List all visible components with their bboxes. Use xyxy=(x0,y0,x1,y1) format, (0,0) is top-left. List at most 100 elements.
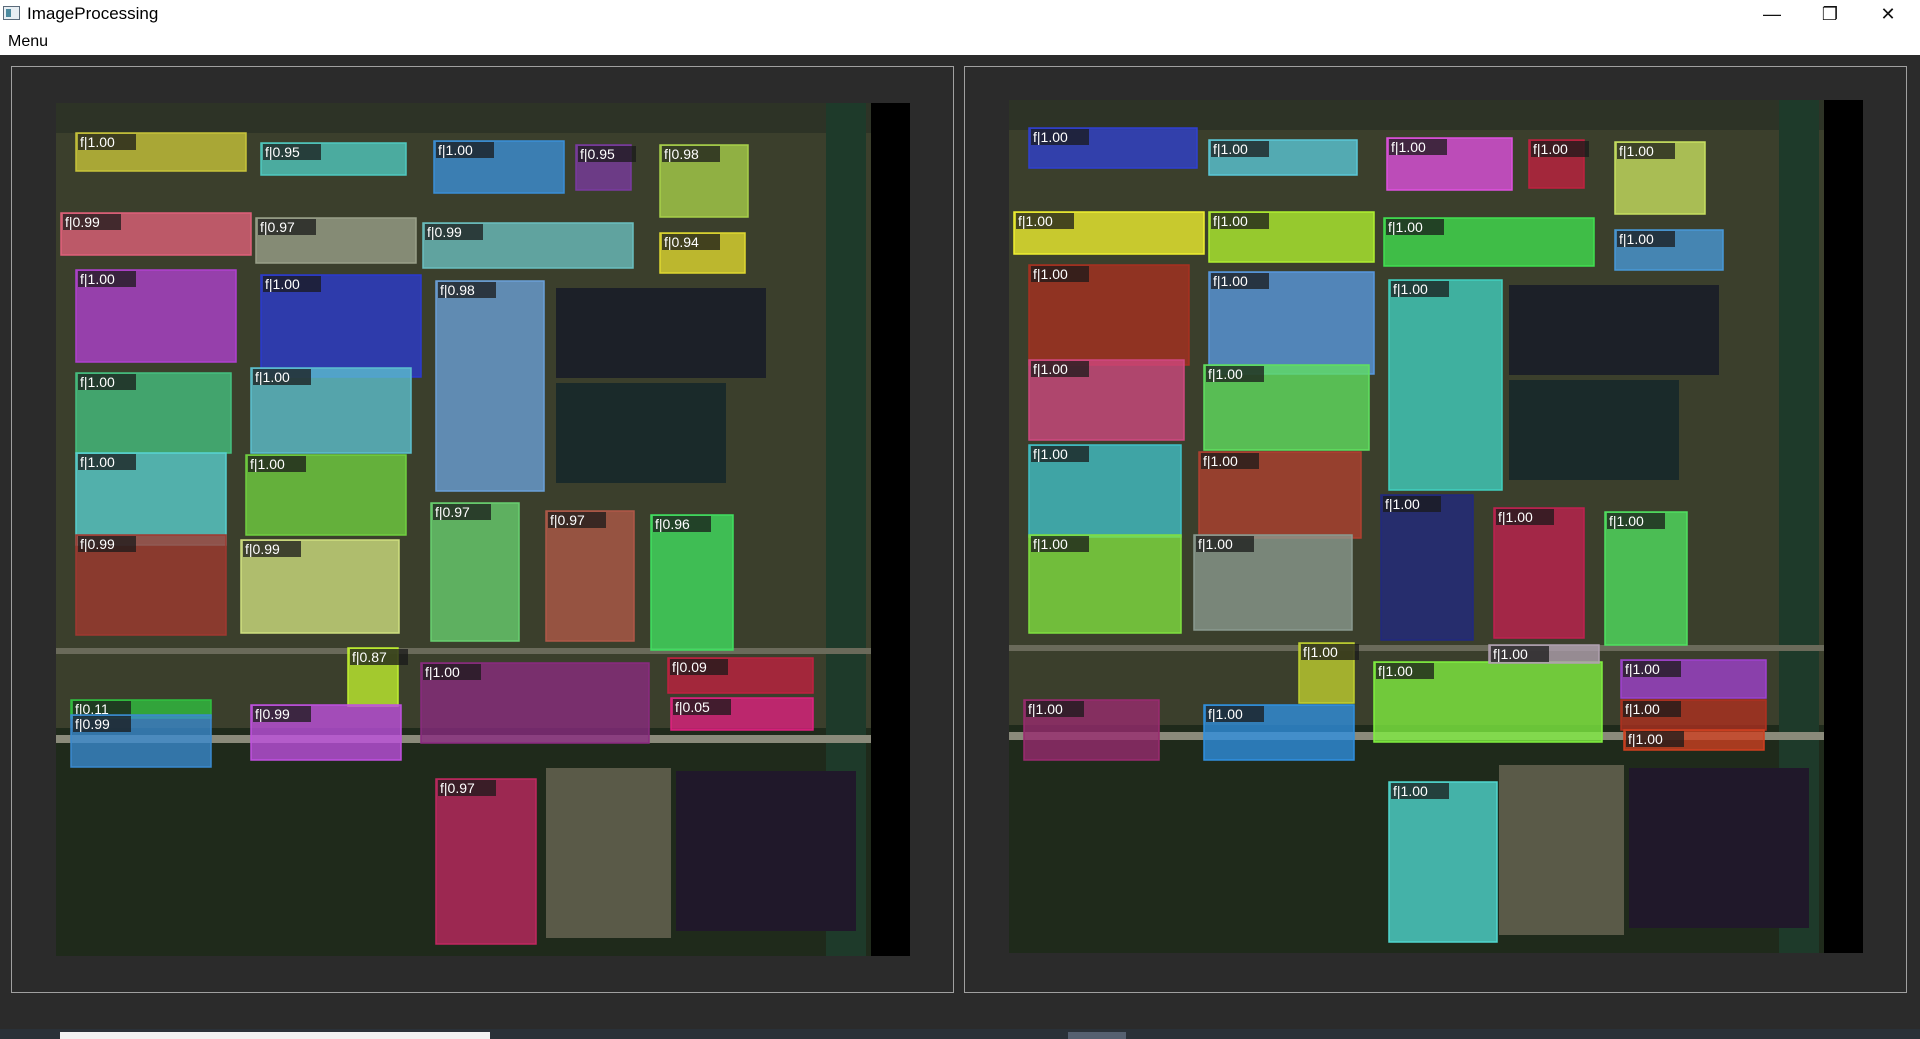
left-segment-label: f|0.97 xyxy=(440,780,475,796)
right-segment[interactable]: f|1.00 xyxy=(1203,364,1370,451)
left-segment-mask xyxy=(545,510,635,642)
close-icon[interactable]: ✕ xyxy=(1859,0,1917,29)
menu-button[interactable]: Menu xyxy=(8,33,48,51)
taskbar-item[interactable] xyxy=(1068,1032,1126,1039)
left-segment[interactable]: f|0.97 xyxy=(255,217,417,264)
left-segment[interactable]: f|0.99 xyxy=(75,534,227,636)
left-segment-label: f|1.00 xyxy=(80,374,115,390)
right-segment[interactable]: f|1.00 xyxy=(1028,444,1182,538)
right-segment[interactable]: f|1.00 xyxy=(1028,534,1182,634)
right-segment-label: f|1.00 xyxy=(1393,783,1428,799)
right-segment[interactable]: f|1.00 xyxy=(1380,494,1474,641)
right-segment-label: f|1.00 xyxy=(1303,644,1338,660)
left-segment[interactable]: f|0.05 xyxy=(670,697,814,731)
right-segment[interactable]: f|1.00 xyxy=(1023,699,1160,761)
left-segment[interactable]: f|0.97 xyxy=(545,510,635,642)
right-segment-label: f|1.00 xyxy=(1018,213,1053,229)
right-segment[interactable]: f|1.00 xyxy=(1620,659,1767,699)
right-segment[interactable]: f|1.00 xyxy=(1614,229,1724,271)
left-segment-label: f|0.96 xyxy=(655,516,690,532)
right-segment-label: f|1.00 xyxy=(1378,663,1413,679)
right-segment[interactable]: f|1.00 xyxy=(1193,534,1353,631)
right-segment[interactable]: f|1.00 xyxy=(1028,264,1190,366)
right-segment[interactable]: f|1.00 xyxy=(1203,704,1355,761)
left-pond xyxy=(556,383,726,483)
left-segment[interactable]: f|0.97 xyxy=(430,502,520,642)
title-bar: ImageProcessing — ❐ ✕ xyxy=(0,0,1920,29)
right-black-border xyxy=(1824,100,1863,953)
left-segment[interactable]: f|1.00 xyxy=(75,269,237,363)
left-image-panel[interactable]: f|1.00 f|0.95 f|1.00 f|0.95 f|0.98 f|0.99 f|0.… xyxy=(11,66,954,993)
right-segment[interactable]: f|1.00 xyxy=(1493,507,1585,639)
taskbar-search-field[interactable] xyxy=(60,1032,490,1039)
left-segment[interactable]: f|1.00 xyxy=(260,274,422,378)
right-segment[interactable]: f|1.00 xyxy=(1604,511,1688,646)
left-segment-label: f|0.97 xyxy=(550,512,585,528)
right-segment[interactable]: f|1.00 xyxy=(1373,661,1603,743)
left-segment-mask xyxy=(430,502,520,642)
left-segment-label: f|0.94 xyxy=(664,234,699,250)
right-segment[interactable]: f|1.00 xyxy=(1383,217,1595,267)
left-segment-label: f|1.00 xyxy=(425,664,460,680)
right-segment[interactable]: f|1.00 xyxy=(1623,729,1765,751)
left-pond xyxy=(676,771,856,931)
right-image-panel[interactable]: f|1.00 f|1.00 f|1.00 f|1.00 f|1.00 f|1.00 f|1.… xyxy=(964,66,1907,993)
right-segmentation-image[interactable]: f|1.00 f|1.00 f|1.00 f|1.00 f|1.00 f|1.00 f|1.… xyxy=(1009,100,1863,953)
right-pond xyxy=(1509,380,1679,480)
right-segment[interactable]: f|1.00 xyxy=(1198,451,1362,539)
right-segment[interactable]: f|1.00 xyxy=(1028,127,1198,169)
right-segment[interactable]: f|1.00 xyxy=(1028,359,1185,441)
left-segment[interactable]: f|0.99 xyxy=(70,714,212,768)
left-segment-label: f|0.98 xyxy=(440,282,475,298)
right-segment[interactable]: f|1.00 xyxy=(1013,211,1205,255)
right-segment[interactable]: f|1.00 xyxy=(1388,279,1503,491)
left-segment[interactable]: f|0.95 xyxy=(260,142,407,176)
left-segment[interactable]: f|1.00 xyxy=(420,662,650,744)
right-segment[interactable]: f|1.00 xyxy=(1208,211,1375,263)
left-segment-label: f|0.05 xyxy=(675,699,710,715)
right-pond xyxy=(1509,285,1719,375)
left-segment-label: f|0.87 xyxy=(352,649,387,665)
left-segment[interactable]: f|1.00 xyxy=(75,452,227,546)
minimize-icon[interactable]: — xyxy=(1743,0,1801,29)
right-segment[interactable]: f|1.00 xyxy=(1208,139,1358,176)
window-title: ImageProcessing xyxy=(27,4,159,23)
left-segment[interactable]: f|1.00 xyxy=(433,140,565,194)
restore-icon[interactable]: ❐ xyxy=(1801,0,1859,29)
left-segment[interactable]: f|0.99 xyxy=(422,222,634,269)
left-segment[interactable]: f|0.09 xyxy=(667,657,814,694)
left-segment-label: f|1.00 xyxy=(250,456,285,472)
right-segment[interactable]: f|1.00 xyxy=(1388,781,1498,943)
right-segment[interactable]: f|1.00 xyxy=(1488,644,1600,664)
left-segment-label: f|1.00 xyxy=(255,369,290,385)
left-segment[interactable]: f|0.99 xyxy=(240,539,400,634)
left-segment[interactable]: f|0.99 xyxy=(60,212,252,256)
right-segment-label: f|1.00 xyxy=(1033,446,1068,462)
right-segment[interactable]: f|1.00 xyxy=(1298,642,1359,704)
left-segment[interactable]: f|0.96 xyxy=(650,514,734,651)
left-segment-label: f|0.99 xyxy=(80,536,115,552)
right-segment-label: f|1.00 xyxy=(1625,661,1660,677)
left-segment[interactable]: f|0.98 xyxy=(435,280,545,492)
right-segment[interactable]: f|1.00 xyxy=(1614,141,1706,215)
image-app-icon xyxy=(3,6,20,20)
right-segment[interactable]: f|1.00 xyxy=(1528,139,1589,189)
left-segment[interactable]: f|0.97 xyxy=(435,778,537,945)
left-segment[interactable]: f|1.00 xyxy=(250,367,412,454)
left-segment-label: f|0.99 xyxy=(65,214,100,230)
left-segmentation-image[interactable]: f|1.00 f|0.95 f|1.00 f|0.95 f|0.98 f|0.99 f|0.… xyxy=(56,103,910,956)
right-segment[interactable]: f|1.00 xyxy=(1386,137,1513,191)
left-segment[interactable]: f|0.99 xyxy=(250,704,402,761)
left-segment[interactable]: f|1.00 xyxy=(245,454,407,536)
right-segment-mask xyxy=(1493,507,1585,639)
left-segment[interactable]: f|0.98 xyxy=(659,144,749,218)
left-segment[interactable]: f|0.94 xyxy=(659,232,746,274)
right-segment[interactable]: f|1.00 xyxy=(1620,699,1767,731)
left-segment-label: f|0.99 xyxy=(255,706,290,722)
left-segment[interactable]: f|1.00 xyxy=(75,372,232,454)
left-segment-label: f|0.99 xyxy=(427,224,462,240)
left-segment[interactable]: f|1.00 xyxy=(75,132,247,172)
left-segment-label: f|0.95 xyxy=(580,146,615,162)
left-segment[interactable]: f|0.95 xyxy=(575,144,636,191)
right-segment[interactable]: f|1.00 xyxy=(1208,271,1375,375)
